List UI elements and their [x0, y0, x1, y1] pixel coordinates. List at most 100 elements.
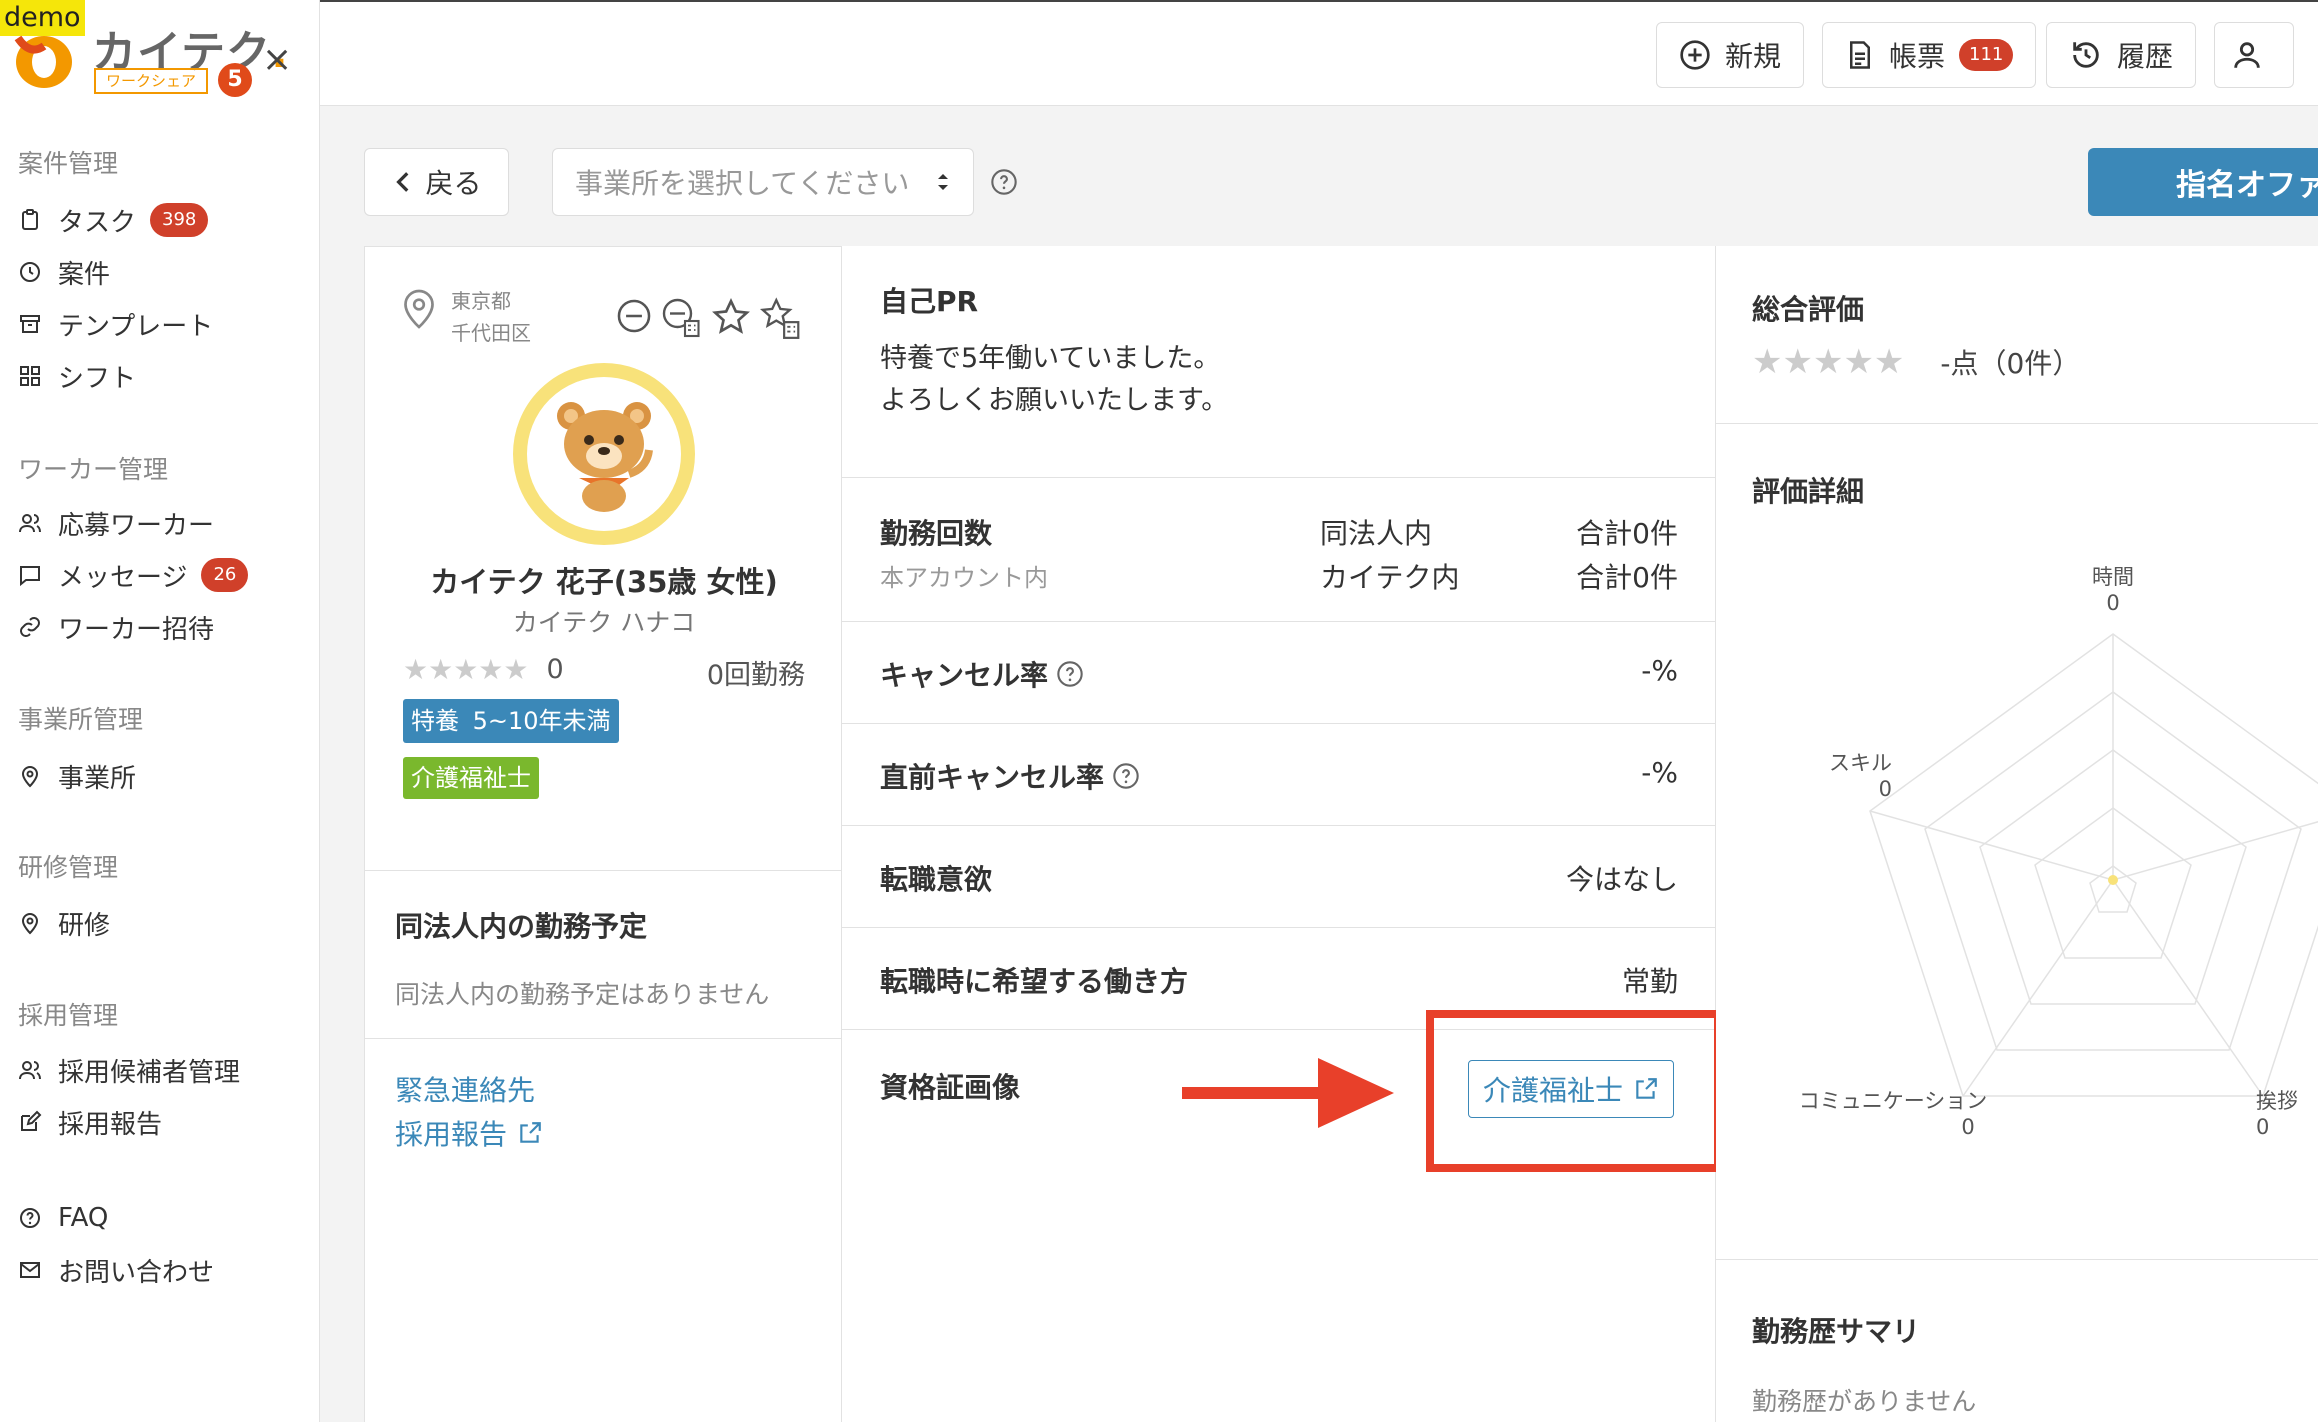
forms-button-label: 帳票: [1889, 40, 1946, 73]
certificate-link-label: 介護福祉士: [1483, 1074, 1624, 1107]
avatar: [513, 363, 695, 545]
sidebar-item-training[interactable]: 研修: [18, 903, 110, 943]
schedule-empty-text: 同法人内の勤務予定はありません: [395, 980, 770, 1009]
radar-point: [2108, 875, 2118, 885]
sidebar-item-contact[interactable]: お問い合わせ: [18, 1250, 214, 1290]
logo-icon: [14, 35, 72, 88]
job-change-value: 今はなし: [1565, 863, 1678, 896]
mail-icon: [20, 1262, 40, 1278]
job-change-label: 転職意欲: [880, 863, 993, 896]
nav-section-recruit: 採用管理: [18, 1001, 119, 1030]
rating-stars: ★★★★★: [403, 653, 529, 686]
last-minute-cancel-row: 直前キャンセル率 -%: [842, 724, 1716, 826]
plus-circle-icon: [1680, 40, 1710, 70]
chat-icon: [20, 566, 40, 587]
sidebar-item-office[interactable]: 事業所: [18, 756, 136, 796]
sidebar-item-messages[interactable]: メッセージ 26: [18, 555, 249, 595]
self-pr-text: 特養で5年働いていました。 よろしくお願いいたします。: [880, 338, 1228, 422]
clipboard-icon: [22, 209, 38, 230]
sidebar-item-applicants[interactable]: 応募ワーカー: [18, 503, 214, 543]
document-icon: [1850, 41, 1870, 69]
emergency-contact-link[interactable]: 緊急連絡先: [395, 1069, 535, 1109]
close-icon[interactable]: ×: [262, 40, 292, 80]
office-star-icon[interactable]: [759, 297, 803, 341]
sort-icon: [938, 174, 948, 190]
sidebar-item-label: 案件: [58, 259, 111, 290]
radar-axis-label: スキル: [1829, 751, 1892, 775]
sidebar-item-project[interactable]: 案件: [18, 252, 110, 292]
radar-axis-label: 挨拶: [2256, 1089, 2298, 1113]
self-pr-line: よろしくお願いいたします。: [880, 385, 1229, 416]
sidebar-item-shift[interactable]: シフト: [18, 356, 136, 396]
sidebar-item-label: 研修: [58, 910, 111, 941]
recruit-report-link[interactable]: 採用報告: [395, 1113, 543, 1153]
nav-section-workers: ワーカー管理: [18, 455, 169, 484]
help-icon[interactable]: [1056, 660, 1084, 688]
message-count-badge: 26: [201, 558, 249, 592]
certificate-image-link[interactable]: 介護福祉士: [1468, 1060, 1675, 1118]
work-history-title: 勤務歴サマリ: [1752, 1315, 1921, 1348]
work-history-empty-text: 勤務歴がありません: [1752, 1387, 1977, 1416]
radar-axis-value: 0: [1878, 777, 1892, 801]
location-icon: [21, 766, 39, 788]
certificate-label: 資格証画像: [880, 1071, 1021, 1104]
radar-label-time: 時間 0: [2073, 564, 2153, 616]
radar-axis-label: 時間: [2092, 565, 2134, 589]
sidebar-item-label: メッセージ: [58, 562, 188, 593]
clock-icon: [20, 262, 40, 282]
location-icon: [404, 289, 434, 329]
chevron-left-icon: [396, 172, 409, 192]
overall-evaluation: 総合評価 ★★★★★ -点（0件）: [1716, 246, 2318, 424]
sidebar-item-task[interactable]: タスク 398: [18, 200, 209, 240]
forms-button[interactable]: 帳票 111: [1822, 22, 2037, 88]
help-icon[interactable]: [1112, 762, 1140, 790]
recruit-report-label: 採用報告: [395, 1118, 508, 1151]
last-minute-cancel-label: 直前キャンセル率: [880, 761, 1105, 794]
emergency-contact-label: 緊急連絡先: [395, 1074, 536, 1107]
history-icon: [2073, 42, 2099, 68]
overall-score-value: -点（0件）: [1940, 347, 2081, 380]
star-icon[interactable]: [711, 297, 751, 337]
worker-detail-panel: 自己PR 特養で5年働いていました。 よろしくお願いいたします。 勤務回数 本ア…: [842, 246, 1722, 1422]
back-button[interactable]: 戻る: [364, 148, 509, 216]
office-select-placeholder: 事業所を選択してください: [575, 167, 910, 200]
radar-label-greeting: 挨拶 0: [2256, 1088, 2318, 1140]
sidebar-item-faq[interactable]: FAQ: [18, 1198, 108, 1238]
sidebar-item-invite[interactable]: ワーカー招待: [18, 607, 214, 647]
external-link-icon: [520, 1122, 541, 1143]
work-count-row: 勤務回数 本アカウント内 同法人内 カイテク内 合計0件 合計0件: [842, 478, 1716, 622]
radar-label-communication: コミュニケーション 0: [1768, 1088, 2018, 1140]
last-minute-cancel-title: 直前キャンセル率: [880, 756, 1140, 796]
top-bar: 新規 帳票 111 履歴: [320, 0, 2318, 106]
sidebar-item-candidates[interactable]: 採用候補者管理: [18, 1050, 240, 1090]
worker-location: 東京都 千代田区: [451, 285, 531, 349]
edit-icon: [21, 1110, 42, 1131]
work-count-title: 勤務回数: [880, 517, 993, 550]
users-icon: [19, 514, 41, 533]
sidebar-item-label: シフト: [58, 363, 137, 394]
same-corp-label: 同法人内: [1320, 517, 1433, 550]
nav-section-projects: 案件管理: [18, 149, 119, 178]
nav-section-training: 研修管理: [18, 853, 119, 882]
sidebar-item-report[interactable]: 採用報告: [18, 1102, 162, 1142]
experience-facility: 特養: [411, 707, 459, 735]
history-button[interactable]: 履歴: [2046, 22, 2197, 88]
cancel-rate-row: キャンセル率 -%: [842, 622, 1716, 724]
work-style-value: 常勤: [1621, 965, 1678, 998]
new-button[interactable]: 新規: [1656, 22, 1805, 88]
cancel-rate-value: -%: [1641, 654, 1678, 687]
job-change-row: 転職意欲 今はなし: [842, 826, 1716, 928]
experience-tag: 特養 5~10年未満: [403, 699, 619, 743]
office-select[interactable]: 事業所を選択してください: [552, 148, 974, 216]
link-icon: [20, 617, 40, 637]
nominate-offer-button[interactable]: 指名オファ: [2088, 148, 2318, 216]
bear-avatar-icon: [557, 402, 653, 512]
links-card: 緊急連絡先 採用報告: [364, 1039, 842, 1422]
office-block-icon[interactable]: [661, 297, 703, 339]
block-icon[interactable]: [615, 297, 653, 335]
same-corp-value: 合計0件: [1576, 517, 1678, 550]
help-icon[interactable]: [990, 168, 1018, 196]
sidebar-item-template[interactable]: テンプレート: [18, 304, 213, 344]
account-button[interactable]: [2214, 22, 2294, 88]
radar-axis-value: 0: [2256, 1115, 2270, 1139]
